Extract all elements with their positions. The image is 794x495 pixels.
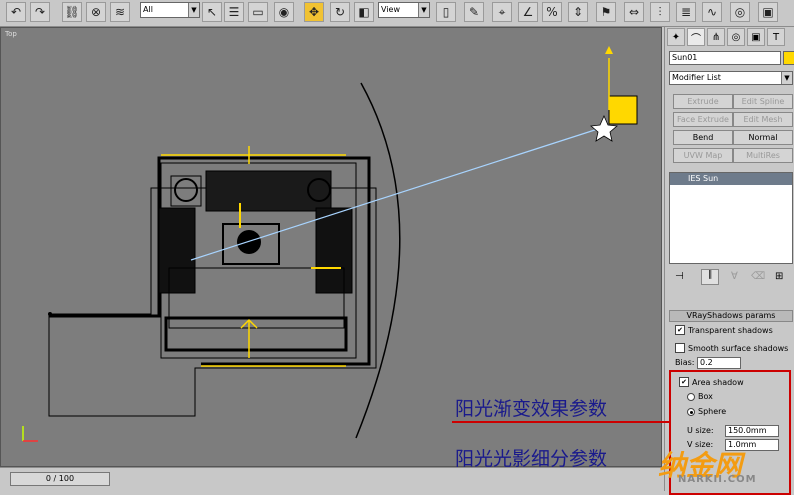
edit-mesh-button[interactable]: Edit Mesh: [733, 112, 793, 127]
modifier-list-label: Modifier List: [672, 73, 721, 82]
sun-target-box: [608, 95, 638, 125]
face-extrude-button[interactable]: Face Extrude: [673, 112, 733, 127]
make-unique-icon[interactable]: ∀: [731, 271, 738, 282]
show-end-result-icon[interactable]: ∥: [701, 269, 719, 285]
configure-sets-icon[interactable]: ⊞: [775, 271, 783, 282]
object-color-swatch[interactable]: [783, 51, 794, 65]
pin-stack-icon[interactable]: ⊣: [675, 271, 684, 282]
sun-compass-arc: [355, 82, 401, 439]
align-icon[interactable]: ⫶: [650, 2, 670, 22]
material-editor-icon[interactable]: ◎: [730, 2, 750, 22]
vray-shadows-rollout[interactable]: VRayShadows params: [669, 310, 793, 322]
annotation-line-top: [452, 421, 669, 423]
undo-icon[interactable]: ↶: [6, 2, 26, 22]
rectangular-selection-icon[interactable]: ▭: [248, 2, 268, 22]
chevron-down-icon: ▼: [781, 72, 792, 84]
curve-editor-icon[interactable]: ∿: [702, 2, 722, 22]
sun-target-arrow: [605, 46, 613, 54]
remove-modifier-icon[interactable]: ⌫: [751, 271, 765, 282]
select-and-scale-icon[interactable]: ◧: [354, 2, 374, 22]
create-tab-icon[interactable]: ✦: [667, 28, 685, 46]
uvw-map-button[interactable]: UVW Map: [673, 148, 733, 163]
bias-spinner[interactable]: 0.2: [697, 357, 741, 369]
layer-manager-icon[interactable]: ≣: [676, 2, 696, 22]
origin-dot: [48, 312, 52, 316]
spinner-snap-icon[interactable]: ⇕: [568, 2, 588, 22]
sofa-left: [158, 207, 196, 294]
hierarchy-tab-icon[interactable]: ⋔: [707, 28, 725, 46]
unlink-icon[interactable]: ⊗: [86, 2, 106, 22]
transparent-shadows-label: Transparent shadows: [688, 325, 773, 335]
select-object-icon[interactable]: ↖: [202, 2, 222, 22]
stack-controls: ⊣ ∥ ∀ ⌫ ⊞: [669, 269, 793, 285]
object-name-field[interactable]: Sun01: [669, 51, 781, 65]
chevron-down-icon: ▼: [188, 3, 199, 17]
normal-button[interactable]: Normal: [733, 130, 793, 145]
edit-spline-button[interactable]: Edit Spline: [733, 94, 793, 109]
percent-snap-icon[interactable]: %: [542, 2, 562, 22]
snaps-toggle-icon[interactable]: ⌖: [492, 2, 512, 22]
render-scene-icon[interactable]: ▣: [758, 2, 778, 22]
utilities-tab-icon[interactable]: T: [767, 28, 785, 46]
selection-filter-select[interactable]: All ▼: [140, 2, 200, 18]
modifier-list-dropdown[interactable]: Modifier List ▼: [669, 71, 793, 85]
redo-icon[interactable]: ↷: [30, 2, 50, 22]
status-bar: 0 / 100: [0, 467, 662, 492]
tv-cabinet: [205, 170, 332, 212]
speaker-left-cone: [174, 178, 198, 202]
pivot-center-icon[interactable]: ▯: [436, 2, 456, 22]
select-and-rotate-icon[interactable]: ↻: [330, 2, 350, 22]
sofa-right: [315, 207, 353, 294]
modify-tab-icon[interactable]: ⌒: [687, 28, 705, 46]
smooth-surface-shadows-checkbox[interactable]: Smooth surface shadows: [675, 343, 788, 353]
stack-item-ies-sun[interactable]: IES Sun: [670, 173, 792, 185]
checkbox-unchecked-icon: [675, 343, 685, 353]
select-link-icon[interactable]: ⛓: [62, 2, 82, 22]
select-and-move-icon[interactable]: ✥: [304, 2, 324, 22]
annotation-sun-gradient: 阳光渐变效果参数: [455, 398, 608, 420]
table-decor: [237, 230, 261, 254]
select-by-name-icon[interactable]: ☰: [224, 2, 244, 22]
command-panel-tabs: ✦ ⌒ ⋔ ◎ ▣ T: [667, 28, 794, 48]
select-manipulate-icon[interactable]: ✎: [464, 2, 484, 22]
extrude-button[interactable]: Extrude: [673, 94, 733, 109]
main-toolbar: ↶ ↷ ⛓ ⊗ ≋ All ▼ ↖ ☰ ▭ ◉ ✥ ↻ ◧ View ▼ ▯ ✎…: [0, 0, 794, 27]
transparent-shadows-checkbox[interactable]: ✔ Transparent shadows: [675, 325, 773, 335]
reference-coordinate-value: View: [381, 5, 400, 14]
reference-coordinate-select[interactable]: View ▼: [378, 2, 430, 18]
checkbox-checked-icon: ✔: [675, 325, 685, 335]
chevron-down-icon: ▼: [418, 3, 429, 17]
bend-button[interactable]: Bend: [673, 130, 733, 145]
angle-snap-icon[interactable]: ∠: [518, 2, 538, 22]
bias-row: Bias:: [675, 358, 694, 367]
selection-filter-value: All: [143, 5, 153, 14]
named-selection-icon[interactable]: ⚑: [596, 2, 616, 22]
watermark-site: NARKII.COM: [678, 474, 757, 485]
inner-wall: [164, 316, 348, 352]
motion-tab-icon[interactable]: ◎: [727, 28, 745, 46]
time-slider[interactable]: 0 / 100: [10, 472, 110, 486]
multires-button[interactable]: MultiRes: [733, 148, 793, 163]
bias-label: Bias:: [675, 358, 695, 367]
mirror-icon[interactable]: ⇔: [624, 2, 644, 22]
smooth-surface-shadows-label: Smooth surface shadows: [688, 343, 789, 353]
window-crossing-icon[interactable]: ◉: [274, 2, 294, 22]
modifier-stack: IES Sun: [669, 172, 793, 264]
display-tab-icon[interactable]: ▣: [747, 28, 765, 46]
bind-space-warp-icon[interactable]: ≋: [110, 2, 130, 22]
